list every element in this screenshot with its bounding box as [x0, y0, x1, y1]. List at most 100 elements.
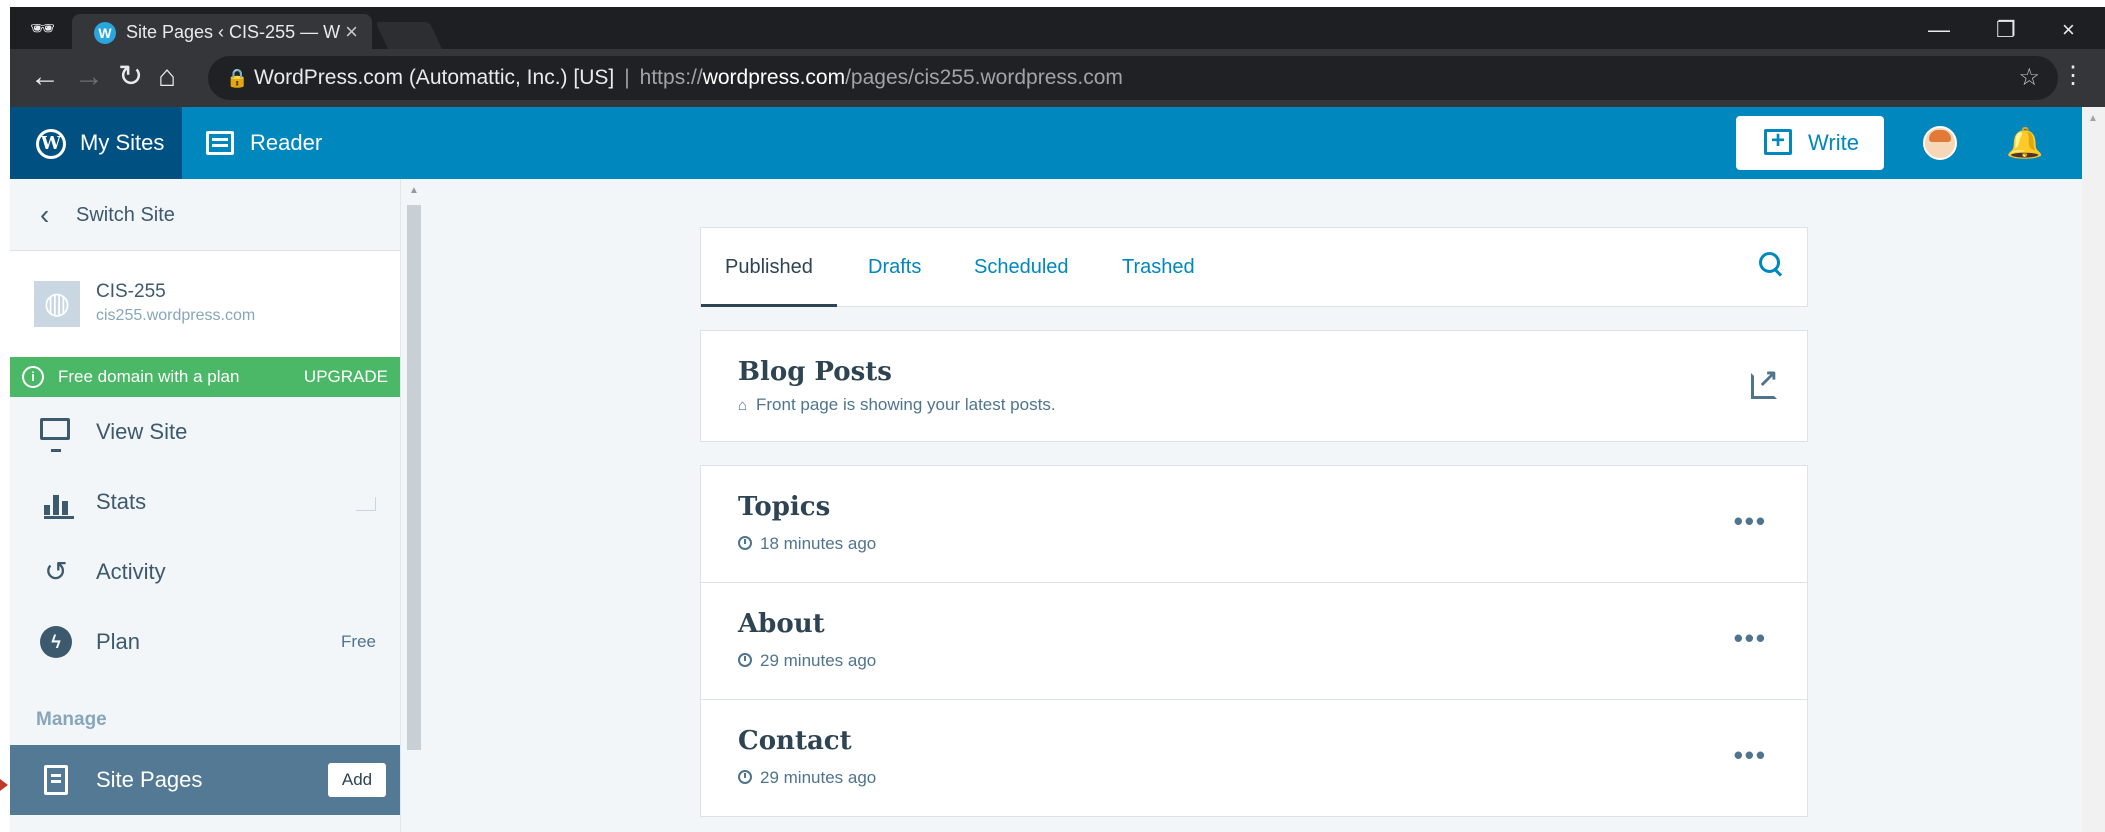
tab-drafts[interactable]: Drafts: [868, 228, 921, 306]
address-input[interactable]: 🔒 WordPress.com (Automattic, Inc.) [US] |…: [208, 56, 2058, 100]
my-sites-button[interactable]: W My Sites: [10, 107, 182, 179]
bookmark-star-icon[interactable]: ☆: [2018, 56, 2040, 100]
new-tab-button[interactable]: [375, 22, 443, 50]
more-options-icon[interactable]: •••: [1734, 506, 1767, 537]
sidebar-item-view-site[interactable]: View Site: [10, 397, 400, 467]
blog-posts-card[interactable]: Blog Posts ⌂ Front page is showing your l…: [700, 330, 1808, 442]
plan-icon: ϟ: [40, 626, 72, 658]
sidebar-item-stats[interactable]: Stats: [10, 467, 400, 537]
page-icon: [44, 765, 68, 795]
restore-icon[interactable]: ❐: [1996, 19, 2016, 41]
site-card[interactable]: ◍ CIS-255 cis255.wordpress.com: [10, 251, 400, 357]
domain-banner-text: Free domain with a plan: [58, 367, 240, 386]
url-path: /pages/cis255.wordpress.com: [845, 66, 1123, 89]
info-icon: i: [22, 366, 44, 388]
front-page-note: Front page is showing your latest posts.: [756, 395, 1056, 414]
sidebar-item-plan[interactable]: ϟ Plan Free: [10, 607, 400, 677]
sidebar-scrollbar[interactable]: ▲: [400, 179, 428, 832]
wordpress-logo-icon: W: [36, 129, 66, 159]
sidebar: ‹ Switch Site ◍ CIS-255 cis255.wordpress…: [10, 179, 400, 832]
upgrade-link[interactable]: UPGRADE: [304, 357, 388, 397]
home-icon[interactable]: ⌂: [158, 60, 176, 94]
site-name: CIS-255: [96, 281, 166, 302]
activity-icon: ↺: [44, 556, 68, 587]
main-content: Published Drafts Scheduled Trashed Blog …: [428, 179, 2082, 832]
home-icon: ⌂: [738, 397, 748, 414]
list-item[interactable]: Contact 29 minutes ago •••: [701, 700, 1807, 817]
blog-posts-title: Blog Posts: [738, 357, 892, 387]
avatar[interactable]: [1923, 126, 1957, 160]
scroll-up-icon[interactable]: ▲: [409, 185, 419, 196]
search-icon[interactable]: [1759, 252, 1785, 278]
url-separator: |: [624, 66, 630, 89]
page-time: 29 minutes ago: [760, 651, 877, 670]
page-title[interactable]: Topics: [738, 492, 830, 522]
notifications-bell-icon[interactable]: 🔔: [2006, 126, 2043, 162]
back-icon[interactable]: ←: [30, 60, 60, 94]
write-button[interactable]: + Write: [1736, 116, 1884, 170]
list-item[interactable]: About 29 minutes ago •••: [701, 583, 1807, 700]
page-meta: 29 minutes ago: [738, 651, 876, 671]
reader-icon: [206, 131, 234, 155]
sidebar-item-label: Plan: [96, 629, 141, 654]
sidebar-item-label: Activity: [96, 559, 166, 584]
clock-icon: [738, 770, 752, 784]
manage-heading: Manage: [36, 709, 107, 730]
tab-close-icon[interactable]: ×: [345, 14, 358, 50]
switch-site-button[interactable]: ‹ Switch Site: [10, 179, 400, 251]
incognito-icon: 🕶: [30, 18, 56, 40]
plan-badge: Free: [341, 632, 376, 651]
reload-icon[interactable]: ↻: [118, 60, 143, 94]
browser-tab[interactable]: W Site Pages ‹ CIS-255 — W ×: [72, 14, 372, 50]
cert-owner: WordPress.com (Automattic, Inc.) [US]: [254, 66, 615, 89]
section-nav: Published Drafts Scheduled Trashed: [700, 227, 1808, 307]
pages-list: Topics 18 minutes ago ••• About 29 minut…: [700, 465, 1808, 817]
chevron-left-icon: ‹: [40, 199, 50, 230]
clock-icon: [738, 653, 752, 667]
tab-scheduled[interactable]: Scheduled: [974, 228, 1069, 306]
sidebar-item-site-pages[interactable]: Site Pages Add: [10, 745, 400, 815]
url-scheme: https://: [639, 66, 703, 89]
sidebar-item-label: View Site: [96, 419, 188, 444]
page-meta: 18 minutes ago: [738, 534, 876, 554]
my-sites-label: My Sites: [80, 130, 165, 155]
more-options-icon[interactable]: •••: [1734, 623, 1767, 654]
scroll-up-icon[interactable]: ▲: [2088, 113, 2098, 124]
clock-icon: [738, 536, 752, 550]
add-page-button[interactable]: Add: [328, 763, 386, 797]
globe-icon: ◍: [34, 281, 80, 327]
list-item[interactable]: Topics 18 minutes ago •••: [701, 466, 1807, 583]
write-icon: +: [1764, 129, 1792, 155]
free-domain-banner[interactable]: i Free domain with a plan UPGRADE: [10, 357, 400, 397]
write-label: Write: [1808, 130, 1859, 155]
blog-posts-subtitle: ⌂ Front page is showing your latest posts…: [738, 395, 1056, 415]
minimize-icon[interactable]: —: [1928, 19, 1950, 41]
browser-toolbar: ← → ↻ ⌂ 🔒 WordPress.com (Automattic, Inc…: [10, 49, 2105, 107]
site-url: cis255.wordpress.com: [96, 307, 256, 324]
pointer-marker: [0, 779, 8, 791]
browser-menu-icon[interactable]: ⋮: [2061, 59, 2085, 93]
sidebar-item-label: Site Pages: [96, 767, 203, 792]
url-host: wordpress.com: [702, 66, 846, 89]
tab-published[interactable]: Published: [701, 228, 837, 307]
tab-title: Site Pages ‹ CIS-255 — W: [126, 22, 341, 42]
stats-icon: [44, 491, 74, 519]
wordpress-favicon-icon: W: [94, 22, 116, 44]
masterbar: W My Sites Reader + Write 🔔: [10, 107, 2082, 179]
switch-site-label: Switch Site: [76, 204, 175, 226]
page-time: 29 minutes ago: [760, 768, 877, 787]
browser-tab-strip: 🕶 W Site Pages ‹ CIS-255 — W × — ❐ ×: [10, 7, 2105, 50]
more-options-icon[interactable]: •••: [1734, 740, 1767, 771]
sidebar-scroll-thumb[interactable]: [407, 205, 421, 750]
page-time: 18 minutes ago: [760, 534, 877, 553]
tab-trashed[interactable]: Trashed: [1122, 228, 1195, 306]
forward-icon[interactable]: →: [74, 60, 104, 94]
page-title[interactable]: Contact: [738, 726, 852, 756]
external-link-icon[interactable]: [1751, 364, 1778, 399]
page-title[interactable]: About: [738, 609, 825, 639]
sidebar-item-activity[interactable]: ↺ Activity: [10, 537, 400, 607]
page-scrollbar[interactable]: ▲: [2082, 107, 2105, 832]
page-meta: 29 minutes ago: [738, 768, 876, 788]
reader-button[interactable]: Reader: [206, 107, 322, 179]
window-close-icon[interactable]: ×: [2062, 19, 2075, 41]
